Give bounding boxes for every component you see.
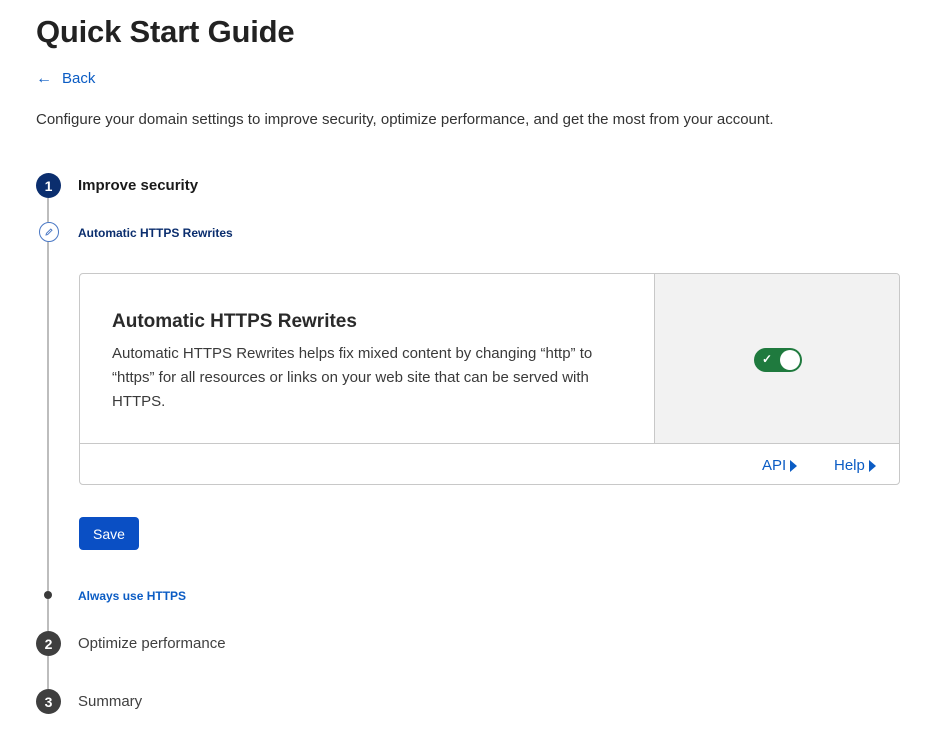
api-link-label: API <box>762 457 787 474</box>
setting-control-panel: ✓ <box>654 274 899 444</box>
setting-title: Automatic HTTPS Rewrites <box>112 311 357 332</box>
stepper-connector <box>47 242 49 591</box>
stepper-connector <box>47 599 49 631</box>
check-icon: ✓ <box>762 352 773 366</box>
step-2-number: 2 <box>36 631 61 656</box>
step-3-number: 3 <box>36 689 61 714</box>
arrow-left-icon: ← <box>36 69 52 87</box>
substep-dot <box>44 591 52 599</box>
toggle-knob <box>780 350 800 370</box>
step-3-label[interactable]: Summary <box>78 693 142 710</box>
setting-description: Automatic HTTPS Rewrites helps fix mixed… <box>112 345 593 410</box>
substep-always-use-https[interactable]: Always use HTTPS <box>78 589 186 603</box>
back-label: Back <box>62 70 96 87</box>
setting-card-footer: API Help <box>80 444 899 484</box>
step-1-number: 1 <box>36 173 61 198</box>
back-link[interactable]: ← Back <box>36 70 95 87</box>
save-button[interactable]: Save <box>79 517 139 550</box>
https-rewrites-toggle[interactable]: ✓ <box>754 348 802 372</box>
setting-card-body: Automatic HTTPS Rewrites Automatic HTTPS… <box>80 274 654 444</box>
page-title: Quick Start Guide <box>36 14 295 49</box>
api-link[interactable]: API <box>762 457 798 474</box>
stepper-connector <box>47 198 49 222</box>
caret-right-icon <box>790 460 798 472</box>
step-2-label[interactable]: Optimize performance <box>78 635 226 652</box>
help-link[interactable]: Help <box>834 457 876 474</box>
help-link-label: Help <box>834 457 865 474</box>
caret-right-icon <box>868 460 876 472</box>
setting-card: Automatic HTTPS Rewrites Automatic HTTPS… <box>79 273 900 485</box>
stepper-connector <box>47 656 49 689</box>
intro-text: Configure your domain settings to improv… <box>36 111 774 128</box>
substep-automatic-https-rewrites[interactable]: Automatic HTTPS Rewrites <box>78 226 233 240</box>
step-1-label: Improve security <box>78 177 199 194</box>
pencil-icon <box>39 222 59 242</box>
